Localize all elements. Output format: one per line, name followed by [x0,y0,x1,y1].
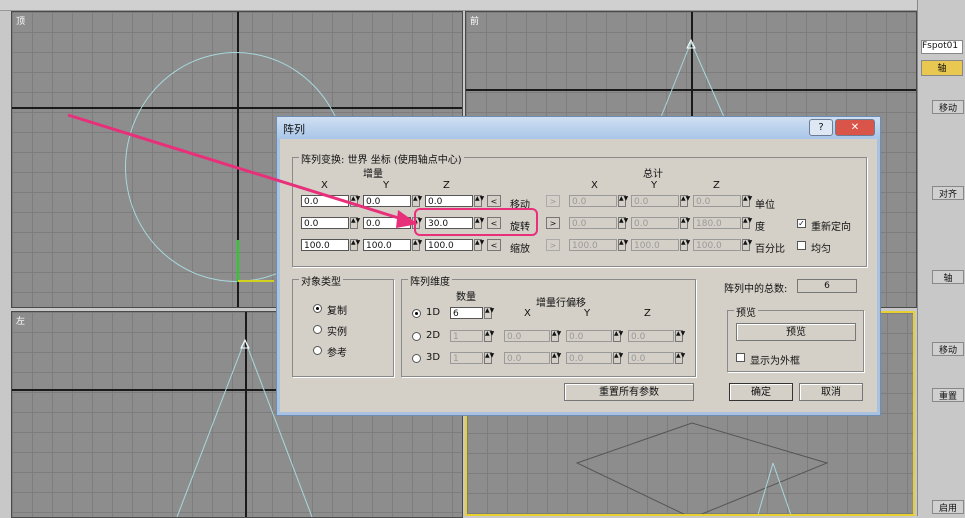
highlight-box [414,208,538,236]
annotation-arrow [67,113,418,228]
